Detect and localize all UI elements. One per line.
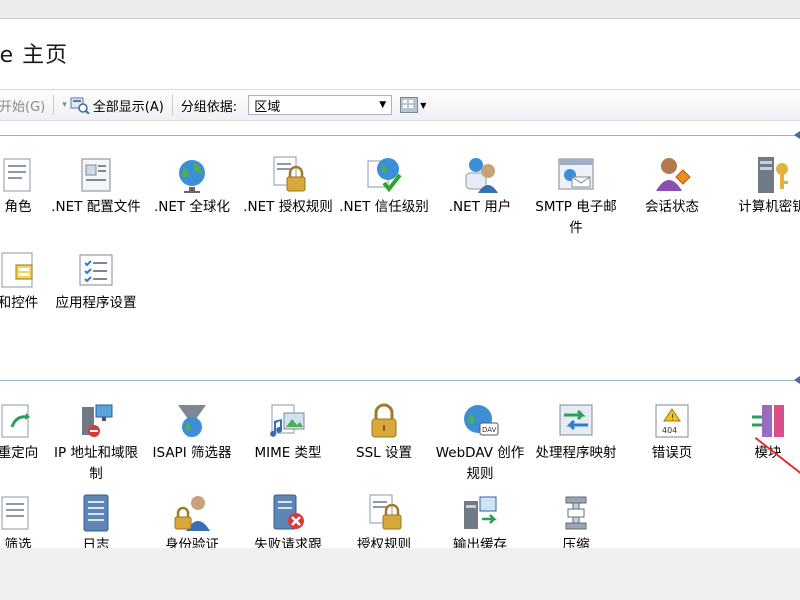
view-mode-button[interactable]: ▼: [400, 97, 426, 113]
controls-icon: [0, 251, 38, 291]
group-separator: [0, 135, 800, 136]
toolbar-separator: [171, 95, 173, 115]
feature-net-authorization-rules[interactable]: .NET 授权规则: [242, 155, 334, 218]
feature-authentication[interactable]: 身份验证: [146, 493, 238, 549]
feature-output-caching[interactable]: 输出缓存: [434, 493, 526, 549]
compression-icon: [556, 493, 596, 533]
group-collapse-icon[interactable]: [794, 376, 800, 384]
page-title: te 主页: [0, 43, 69, 68]
feature-compression[interactable]: 压缩: [530, 493, 622, 549]
feature-net-profile[interactable]: .NET 配置文件: [50, 155, 142, 218]
feature-machine-key[interactable]: 计算机密钥: [722, 155, 800, 218]
machine-key-icon: [752, 155, 792, 195]
features-view-pane: te 主页 开始(G) ▾ 全部显示(A) 分组依据: 区域 ▼ ▼: [0, 18, 800, 550]
redirect-icon: [0, 401, 38, 441]
mime-icon: [268, 401, 308, 441]
request-filter-icon: [0, 493, 38, 533]
window-frame-top: [0, 0, 800, 20]
isapi-filter-icon: [172, 401, 212, 441]
output-cache-icon: [460, 493, 500, 533]
feature-net-trust-level[interactable]: .NET 信任级别: [338, 155, 430, 218]
globe-check-icon: [364, 155, 404, 195]
session-icon: [652, 155, 692, 195]
svg-text:!: !: [671, 413, 674, 422]
chevron-down-icon: ▼: [420, 100, 427, 110]
feature-smtp-email[interactable]: SMTP 电子邮件: [530, 155, 622, 239]
feature-net-globalization[interactable]: .NET 全球化: [146, 155, 238, 218]
users-icon: [460, 155, 500, 195]
group-by-label: 分组依据:: [180, 99, 238, 115]
padlock-icon: [364, 401, 404, 441]
feature-error-pages[interactable]: ! 404 错误页: [626, 401, 718, 464]
auth-icon: [172, 493, 212, 533]
error-page-icon: ! 404: [652, 401, 692, 441]
group-by-select[interactable]: 区域 ▼: [248, 95, 393, 115]
feature-isapi-filters[interactable]: ISAPI 筛选器: [146, 401, 238, 464]
handler-icon: [556, 401, 596, 441]
logging-icon: [76, 493, 116, 533]
feature-logging[interactable]: 日志: [50, 493, 142, 549]
feature-ip-domain-restrictions[interactable]: IP 地址和域限制: [50, 401, 142, 485]
show-all-icon: [70, 97, 90, 114]
feature-handler-mappings[interactable]: 处理程序映射: [530, 401, 622, 464]
feature-modules[interactable]: 模块: [722, 401, 800, 464]
ip-restrict-icon: [76, 401, 116, 441]
lock-doc-icon: [268, 155, 308, 195]
feature-authorization-rules[interactable]: 授权规则: [338, 493, 430, 549]
profile-icon: [76, 155, 116, 195]
group-collapse-icon[interactable]: [794, 131, 800, 139]
feature-webdav-rules[interactable]: DAV WebDAV 创作规则: [434, 401, 526, 485]
toolbar-separator: [53, 95, 55, 115]
feature-net-users[interactable]: .NET 用户: [434, 155, 526, 218]
svg-text:DAV: DAV: [482, 426, 497, 434]
webdav-icon: DAV: [460, 401, 500, 441]
start-button[interactable]: 开始(G): [0, 96, 50, 115]
window-bottom-area: [0, 548, 800, 600]
svg-text:404: 404: [662, 426, 677, 435]
feature-mime-types[interactable]: MIME 类型: [242, 401, 334, 464]
chevron-down-icon: ▼: [379, 100, 387, 110]
dropdown-arrow-icon: ▾: [62, 100, 67, 110]
authz-icon: [364, 493, 404, 533]
role-icon: [0, 155, 38, 195]
features-area: 角色 .NET 配置文件 .NET 全球化 .NET 授权规则 .NET 信任级: [0, 119, 800, 549]
app-settings-icon: [76, 251, 116, 291]
feature-ssl-settings[interactable]: SSL 设置: [338, 401, 430, 464]
group-separator: [0, 380, 800, 381]
features-toolbar: 开始(G) ▾ 全部显示(A) 分组依据: 区域 ▼ ▼: [0, 89, 800, 121]
globe-icon: [172, 155, 212, 195]
show-all-button[interactable]: ▾ 全部显示(A): [57, 96, 169, 115]
feature-failed-request-tracing[interactable]: 失败请求跟: [242, 493, 334, 549]
modules-icon: [748, 401, 788, 441]
feature-session-state[interactable]: 会话状态: [626, 155, 718, 218]
feature-app-settings[interactable]: 应用程序设置: [50, 251, 142, 314]
email-icon: [556, 155, 596, 195]
failed-request-icon: [268, 493, 308, 533]
view-grid-icon: [400, 97, 419, 113]
